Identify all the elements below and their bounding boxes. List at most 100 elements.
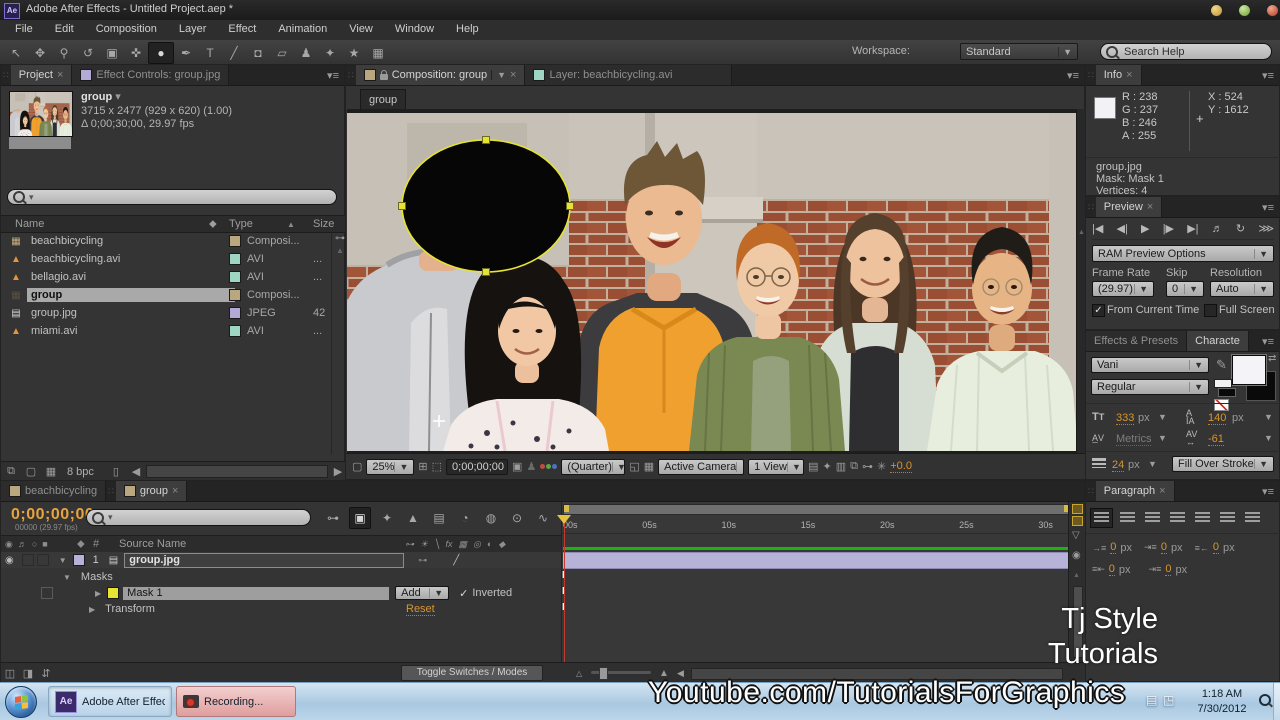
transport-button[interactable]: ▶ <box>1141 222 1149 235</box>
item-name[interactable]: beachbicycling.avi <box>27 252 124 266</box>
minimize-button[interactable] <box>1210 4 1223 17</box>
justify-all-button[interactable] <box>1242 509 1263 527</box>
project-item-row[interactable]: ▤ group.jpg JPEG 42 <box>1 304 331 322</box>
tool-button[interactable]: ↺ <box>76 43 100 63</box>
magnification-select[interactable]: 25% ▼ <box>366 458 415 475</box>
chevron-down-icon[interactable]: ▼ <box>1148 459 1157 469</box>
comp-button[interactable] <box>1072 516 1083 526</box>
indent-first-line-value[interactable]: 0 <box>1160 541 1167 554</box>
audio-toggle[interactable] <box>21 554 34 566</box>
layer-duration-bar[interactable] <box>563 552 1068 569</box>
chevron-down-icon[interactable]: ▼ <box>1158 412 1167 422</box>
chevron-down-icon[interactable]: ▼ <box>1264 412 1273 422</box>
current-time-display[interactable]: 0;00;00;00 <box>446 458 509 475</box>
timeline-button[interactable]: ▲ <box>403 508 423 528</box>
item-name[interactable]: miami.avi <box>27 324 81 338</box>
stroke-mode-select[interactable]: Fill Over Stroke ▼ <box>1172 456 1274 472</box>
indent-left-value[interactable]: 0 <box>1110 541 1117 554</box>
collapse-arrow-icon[interactable]: ▼ <box>63 573 71 582</box>
close-icon[interactable]: × <box>1147 201 1153 213</box>
current-time-display[interactable]: 0;00;00;00 <box>11 506 94 524</box>
tracking-value[interactable]: -61 <box>1208 433 1224 446</box>
taskbar-item-recording[interactable]: Recording... <box>176 686 296 717</box>
mask-name[interactable]: Mask 1 <box>123 586 390 600</box>
comp-viewer[interactable] <box>347 109 1076 453</box>
panel-grip[interactable]: ∷ <box>1086 486 1096 497</box>
layer-row[interactable]: ◉ ▼ 1 ▤ group.jpg ⊶ ╱ <box>1 552 561 568</box>
column-name[interactable]: Name <box>1 218 44 230</box>
timeline-button[interactable]: ▣ <box>349 507 371 529</box>
menu-item[interactable]: File <box>4 20 44 38</box>
current-time-indicator-head[interactable] <box>557 515 571 531</box>
project-item-row[interactable]: ▦ beachbicycling Composi... <box>1 232 331 250</box>
column-size[interactable]: Size <box>313 218 334 230</box>
start-button[interactable] <box>5 686 37 718</box>
panel-grip[interactable]: ∷ <box>1086 202 1096 213</box>
snapshot-icon[interactable]: ▣ <box>512 460 522 473</box>
shield-comp-marker-icon[interactable]: ▽ <box>1072 530 1080 541</box>
work-area-start-handle[interactable] <box>564 505 569 512</box>
item-label-swatch[interactable] <box>229 271 241 283</box>
close-icon[interactable]: × <box>510 69 516 81</box>
layer-name[interactable]: group.jpg <box>124 552 405 568</box>
close-icon[interactable]: × <box>1159 485 1165 497</box>
toggle-switches-modes-button[interactable]: Toggle Switches / Modes <box>401 665 543 681</box>
horizontal-scrollbar[interactable] <box>145 465 328 478</box>
item-name[interactable]: group <box>27 288 235 302</box>
current-time-indicator-line[interactable] <box>564 515 565 662</box>
project-item-row[interactable]: ▲ bellagio.avi AVI ... <box>1 268 331 286</box>
transport-button[interactable]: |◀ <box>1092 222 1103 235</box>
mask-mode-select[interactable]: Add ▼ <box>395 586 450 600</box>
tag-icon[interactable]: ⬥ <box>209 218 217 231</box>
item-label-swatch[interactable] <box>229 289 241 301</box>
justify-last-center-button[interactable] <box>1192 509 1213 527</box>
tab-info[interactable]: Info × <box>1095 65 1142 85</box>
layer-color-chip[interactable] <box>72 554 85 566</box>
preview-resolution-select[interactable]: Auto ▼ <box>1210 281 1274 297</box>
transparency-grid-icon[interactable]: ▦ <box>644 460 654 473</box>
time-ruler[interactable]: 00s 05s 10s 15s 20s 25s 30s <box>563 515 1053 535</box>
timeline-button[interactable]: ◔ <box>455 508 475 528</box>
menu-item[interactable]: Effect <box>217 20 267 38</box>
project-item-row[interactable]: ▦ group Composi... <box>1 286 331 304</box>
scroll-left-icon[interactable]: ◀ <box>128 465 144 478</box>
fast-previews-icon[interactable]: ▥ <box>836 460 846 473</box>
pixel-aspect-icon[interactable]: ✦ <box>823 460 832 473</box>
justify-last-left-button[interactable] <box>1167 509 1188 527</box>
tool-button[interactable]: ╱ <box>222 43 246 63</box>
indent-right-value[interactable]: 0 <box>1212 541 1219 554</box>
space-after-value[interactable]: 0 <box>1165 563 1172 576</box>
tool-button[interactable]: ★ <box>342 43 366 63</box>
eyedropper-icon[interactable]: ✎ <box>1216 357 1227 373</box>
item-label-swatch[interactable] <box>229 307 241 319</box>
transport-button[interactable]: ♬ <box>1212 223 1223 235</box>
workspace-select[interactable]: Standard ▼ <box>960 43 1078 60</box>
chevron-down-icon[interactable]: ▼ <box>1264 433 1273 443</box>
tool-button[interactable]: ✥ <box>28 43 52 63</box>
maximize-button[interactable] <box>1238 4 1251 17</box>
safe-margins-icon[interactable]: ⊞ <box>418 460 427 473</box>
taskbar-item-after-effects[interactable]: Ae Adobe After Effec... <box>48 686 172 717</box>
solo-toggle[interactable] <box>36 554 49 566</box>
masks-group-row[interactable]: ▼ Masks <box>1 569 561 585</box>
scroll-right-icon[interactable]: ▶ <box>330 465 346 478</box>
tool-button[interactable]: ● <box>148 42 174 64</box>
help-search-box[interactable]: Search Help <box>1100 43 1272 60</box>
menu-item[interactable]: Composition <box>85 20 168 38</box>
column-type[interactable]: Type <box>229 218 253 230</box>
exposure-icon[interactable]: ✳ <box>877 460 886 473</box>
tab-effect-controls[interactable]: Effect Controls: group.jpg <box>72 65 230 85</box>
tab-comp-group[interactable]: group × <box>115 481 188 501</box>
always-preview-icon[interactable]: ▢ <box>352 460 362 473</box>
taskbar-search-icon[interactable] <box>1259 694 1271 706</box>
close-icon[interactable]: × <box>1126 69 1132 81</box>
tab-preview[interactable]: Preview × <box>1095 197 1163 217</box>
zoom-slider-handle[interactable] <box>599 667 608 680</box>
zoom-out-mountain-icon[interactable]: △ <box>576 669 582 678</box>
space-before-value[interactable]: 0 <box>1108 563 1115 576</box>
transport-button[interactable]: |▶ <box>1163 222 1174 235</box>
menu-item[interactable]: Window <box>384 20 445 38</box>
quality-icon[interactable]: ╱ <box>453 555 459 566</box>
lock-icon[interactable] <box>379 70 388 80</box>
ram-preview-options-select[interactable]: RAM Preview Options ▼ <box>1092 245 1274 262</box>
